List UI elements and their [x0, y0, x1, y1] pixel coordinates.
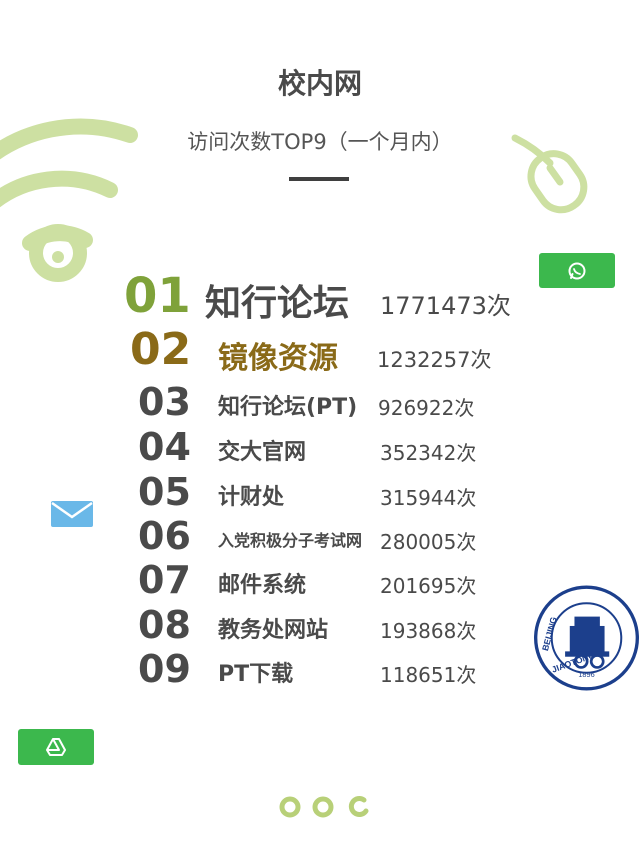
- visit-count: 280005次: [380, 530, 477, 554]
- drive-share-button[interactable]: [18, 729, 94, 765]
- title-divider: [289, 177, 349, 181]
- site-name: 镜像资源: [218, 341, 338, 376]
- rank-number: 02: [130, 324, 192, 375]
- site-name: 计财处: [218, 485, 285, 510]
- rank-number: 07: [138, 558, 191, 602]
- mail-icon: [51, 501, 93, 527]
- rank-number: 08: [138, 603, 191, 647]
- pager-dots-icon: [279, 796, 369, 818]
- wechat-share-button[interactable]: [539, 253, 615, 288]
- wifi-icon: [0, 118, 138, 282]
- page-title: 校内网: [277, 67, 362, 100]
- visit-count: 1232257次: [377, 348, 492, 372]
- visit-count: 315944次: [380, 486, 477, 510]
- rank-number: 09: [138, 647, 191, 691]
- visit-count: 193868次: [380, 619, 477, 643]
- rank-number: 03: [138, 380, 191, 424]
- site-name: PT下载: [218, 662, 294, 687]
- rank-number: 01: [124, 268, 191, 324]
- site-name: 教务处网站: [218, 618, 329, 643]
- site-name: 知行论坛(PT): [218, 395, 358, 420]
- seal-year: 1896: [578, 670, 594, 679]
- site-name: 知行论坛: [205, 283, 350, 324]
- visit-count: 201695次: [380, 574, 477, 598]
- university-seal-icon: 1896 BEIJING JIAOTONG: [534, 585, 639, 691]
- site-name: 邮件系统: [218, 573, 307, 598]
- wechat-icon: [568, 262, 586, 279]
- rank-number: 06: [138, 514, 191, 558]
- site-name: 入党积极分子考试网: [218, 531, 363, 550]
- visit-count: 1771473次: [380, 292, 511, 320]
- page-subtitle: 访问次数TOP9（一个月内）: [187, 130, 453, 154]
- visit-count: 118651次: [380, 663, 477, 687]
- visit-count: 926922次: [378, 396, 475, 420]
- site-name: 交大官网: [218, 440, 307, 465]
- rank-number: 05: [138, 470, 191, 514]
- rank-number: 04: [138, 425, 191, 469]
- visit-count: 352342次: [380, 441, 477, 465]
- drive-icon: [46, 738, 66, 756]
